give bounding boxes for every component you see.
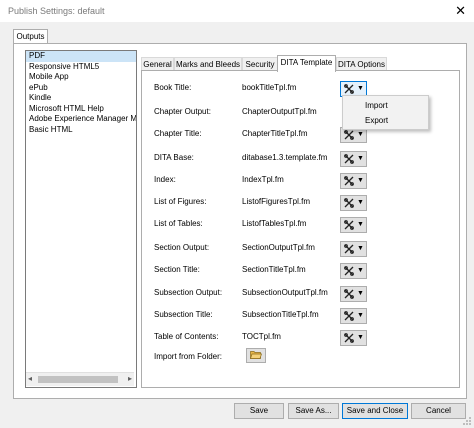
section-output-value: SectionOutputTpl.fm	[242, 243, 315, 252]
list-of-figures-tools-button[interactable]: ▼	[340, 195, 367, 211]
table-of-contents-label: Table of Contents:	[154, 332, 219, 341]
section-title-tools-button[interactable]: ▼	[340, 263, 367, 279]
scroll-left-icon[interactable]: ◂	[28, 374, 32, 383]
subsection-title-value: SubsectionTitleTpl.fm	[242, 310, 319, 319]
tools-icon	[344, 220, 354, 230]
chevron-down-icon: ▼	[357, 312, 364, 319]
close-icon[interactable]: ✕	[455, 3, 466, 19]
tools-icon	[344, 198, 354, 208]
scroll-right-icon[interactable]: ▸	[128, 374, 132, 383]
tab-general[interactable]: General	[141, 57, 174, 71]
menu-item-export[interactable]: Export	[365, 114, 388, 127]
subsection-title-label: Subsection Title:	[154, 310, 213, 319]
list-of-tables-value: ListofTablesTpl.fm	[242, 219, 307, 228]
list-of-figures-label: List of Figures:	[154, 197, 207, 206]
section-output-label: Section Output:	[154, 243, 210, 252]
tab-security[interactable]: Security	[242, 57, 278, 71]
chapter-title-label: Chapter Title:	[154, 129, 202, 138]
subsection-output-value: SubsectionOutputTpl.fm	[242, 288, 328, 297]
resize-grip-icon[interactable]	[462, 416, 472, 426]
save-as-button[interactable]: Save As...	[288, 403, 339, 419]
window-title: Publish Settings: default	[8, 6, 105, 16]
chevron-down-icon: ▼	[357, 267, 364, 274]
dita-base-tools-button[interactable]: ▼	[340, 151, 367, 167]
dita-base-label: DITA Base:	[154, 153, 194, 162]
import-from-folder-button[interactable]	[246, 348, 266, 363]
subsection-output-label: Subsection Output:	[154, 288, 223, 297]
dita-base-value: ditabase1.3.template.fm	[242, 153, 328, 162]
tools-icon	[344, 266, 354, 276]
tab-dita-options[interactable]: DITA Options	[336, 57, 387, 71]
chevron-down-icon: ▼	[357, 199, 364, 206]
chevron-down-icon: ▼	[357, 177, 364, 184]
chevron-down-icon: ▼	[357, 221, 364, 228]
table-of-contents-value: TOCTpl.fm	[242, 332, 281, 341]
subsection-output-tools-button[interactable]: ▼	[340, 286, 367, 302]
save-and-close-button[interactable]: Save and Close	[342, 403, 408, 419]
index-value: IndexTpl.fm	[242, 175, 284, 184]
list-item[interactable]: ePub	[26, 83, 136, 94]
list-of-tables-label: List of Tables:	[154, 219, 203, 228]
list-item[interactable]: Kindle	[26, 93, 136, 104]
chevron-down-icon: ▼	[357, 85, 364, 92]
subsection-title-tools-button[interactable]: ▼	[340, 308, 367, 324]
tools-icon	[344, 84, 354, 94]
index-tools-button[interactable]: ▼	[340, 173, 367, 189]
folder-open-icon	[250, 351, 262, 359]
tools-icon	[344, 130, 354, 140]
list-item[interactable]: Microsoft HTML Help	[26, 104, 136, 115]
section-output-tools-button[interactable]: ▼	[340, 241, 367, 257]
book-title-label: Book Title:	[154, 83, 192, 92]
chevron-down-icon: ▼	[357, 334, 364, 341]
tab-outputs[interactable]: Outputs	[13, 29, 48, 44]
list-item[interactable]: Adobe Experience Manager Mo	[26, 114, 136, 125]
save-button[interactable]: Save	[234, 403, 284, 419]
list-item[interactable]: Mobile App	[26, 72, 136, 83]
chevron-down-icon: ▼	[357, 245, 364, 252]
list-item[interactable]: Responsive HTML5	[26, 62, 136, 73]
book-title-value: bookTitleTpl.fm	[242, 83, 297, 92]
chevron-down-icon: ▼	[357, 155, 364, 162]
tools-icon	[344, 311, 354, 321]
tools-dropdown-menu: Import Export	[342, 95, 429, 130]
section-title-value: SectionTitleTpl.fm	[242, 265, 306, 274]
list-of-tables-tools-button[interactable]: ▼	[340, 217, 367, 233]
chapter-output-value: ChapterOutputTpl.fm	[242, 107, 317, 116]
import-from-folder-label: Import from Folder:	[154, 352, 223, 361]
outputs-list[interactable]: PDF Responsive HTML5 Mobile App ePub Kin…	[25, 50, 137, 388]
list-of-figures-value: ListofFiguresTpl.fm	[242, 197, 311, 206]
tools-icon	[344, 289, 354, 299]
chapter-title-value: ChapterTitleTpl.fm	[242, 129, 308, 138]
list-item[interactable]: PDF	[26, 51, 136, 62]
section-title-label: Section Title:	[154, 265, 200, 274]
chevron-down-icon: ▼	[357, 290, 364, 297]
tools-icon	[344, 176, 354, 186]
tab-marks-and-bleeds[interactable]: Marks and Bleeds	[174, 57, 242, 71]
list-item[interactable]: Basic HTML	[26, 125, 136, 136]
table-of-contents-tools-button[interactable]: ▼	[340, 330, 367, 346]
scroll-thumb[interactable]	[38, 376, 118, 383]
tools-icon	[344, 244, 354, 254]
tab-dita-template[interactable]: DITA Template	[277, 55, 336, 72]
tools-icon	[344, 333, 354, 343]
menu-item-import[interactable]: Import	[365, 99, 388, 112]
cancel-button[interactable]: Cancel	[411, 403, 466, 419]
chapter-output-label: Chapter Output:	[154, 107, 211, 116]
tools-icon	[344, 154, 354, 164]
outputs-horizontal-scrollbar[interactable]: ◂ ▸	[26, 372, 134, 386]
title-bar: Publish Settings: default ✕	[0, 0, 474, 22]
index-label: Index:	[154, 175, 176, 184]
chevron-down-icon: ▼	[357, 131, 364, 138]
